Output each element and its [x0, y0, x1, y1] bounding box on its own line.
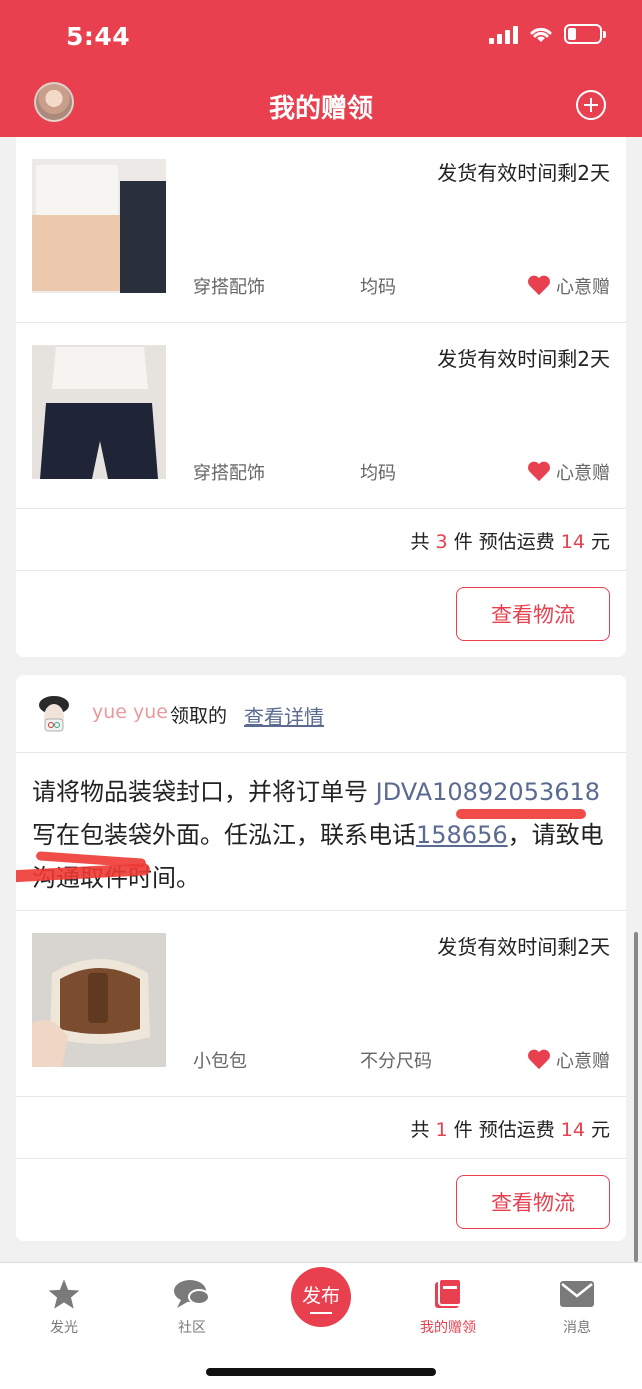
- publish-label: 发布: [301, 1284, 340, 1307]
- item-category: 穿搭配饰: [193, 463, 265, 484]
- order-number: JDVA10892053618: [375, 778, 601, 806]
- item-size: 不分尺码: [360, 1051, 432, 1072]
- status-bar: 5:44: [0, 0, 642, 72]
- tab-messages[interactable]: 消息: [527, 1277, 627, 1337]
- mail-icon: [560, 1281, 594, 1307]
- shipping-fee: 14: [560, 1119, 585, 1141]
- claimed-label: 领取的: [170, 705, 228, 727]
- view-logistics-button[interactable]: 查看物流: [456, 1175, 610, 1229]
- gift-label: 心意赠: [556, 463, 610, 484]
- item-thumbnail[interactable]: [32, 345, 166, 479]
- order-card: yue yue 领取的 查看详情 请将物品装袋封口，并将订单号 JDVA1089…: [16, 675, 626, 1241]
- app-header: 5:44 我的赠领: [0, 0, 642, 137]
- order-actions: 查看物流: [16, 571, 626, 653]
- item-size: 均码: [360, 277, 396, 298]
- view-logistics-button[interactable]: 查看物流: [456, 587, 610, 641]
- tab-my-gifts[interactable]: 我的赠领: [398, 1277, 498, 1337]
- order-item[interactable]: 发货有效时间剩2天 穿搭配饰 均码 心意赠: [16, 137, 626, 323]
- order-summary: 共 1 件 预估运费 14 元: [16, 1097, 626, 1159]
- add-circle-icon[interactable]: [576, 90, 606, 120]
- tab-community[interactable]: 社区: [142, 1277, 242, 1337]
- gift-label: 心意赠: [556, 1051, 610, 1072]
- gift-tag: 心意赠: [528, 1047, 610, 1073]
- ship-time-left: 发货有效时间剩2天: [437, 161, 610, 185]
- order-card: 发货有效时间剩2天 穿搭配饰 均码 心意赠 发货有效时间剩2天 穿搭配饰 均码 …: [16, 137, 626, 657]
- contact-phone[interactable]: 158656: [416, 821, 508, 849]
- summary-text: 共 3 件 预估运费 14 元: [410, 531, 610, 553]
- order-actions: 查看物流: [16, 1159, 626, 1241]
- redaction-mark: [456, 809, 586, 819]
- heart-icon: [528, 276, 550, 296]
- publish-button[interactable]: 发布: [291, 1267, 351, 1327]
- heart-icon: [528, 462, 550, 482]
- tab-label: 消息: [563, 1320, 591, 1336]
- battery-icon: [564, 24, 606, 44]
- order-item[interactable]: 发货有效时间剩2天 小包包 不分尺码 心意赠: [16, 911, 626, 1097]
- tab-label: 我的赠领: [420, 1320, 476, 1336]
- chat-bubble-icon: [174, 1280, 210, 1308]
- wifi-icon: [530, 27, 552, 42]
- star-icon: [48, 1279, 80, 1309]
- cellular-signal-icon: [489, 24, 518, 44]
- gift-box-icon: [435, 1278, 462, 1308]
- item-size: 均码: [360, 463, 396, 484]
- gift-tag: 心意赠: [528, 273, 610, 299]
- status-icons: [489, 24, 606, 44]
- order-summary: 共 3 件 预估运费 14 元: [16, 509, 626, 571]
- shipping-fee: 14: [560, 531, 585, 553]
- gift-tag: 心意赠: [528, 459, 610, 485]
- tab-shine[interactable]: 发光: [14, 1277, 114, 1337]
- claimer-avatar[interactable]: [32, 693, 76, 737]
- claimer-name: yue yue: [92, 701, 168, 723]
- scrollbar[interactable]: [634, 932, 638, 1262]
- item-thumbnail[interactable]: [32, 159, 166, 293]
- item-count: 3: [435, 531, 448, 553]
- tab-label: 社区: [178, 1320, 206, 1336]
- page-title: 我的赠领: [268, 94, 373, 124]
- packing-notice: 请将物品装袋封口，并将订单号 JDVA10892053618 写在包装袋外面。任…: [16, 753, 626, 911]
- item-thumbnail[interactable]: [32, 933, 166, 1067]
- publish-icon: [310, 1311, 332, 1314]
- heart-icon: [528, 1050, 550, 1070]
- order-header: yue yue 领取的 查看详情: [16, 675, 626, 753]
- tab-label: 发光: [50, 1320, 78, 1336]
- title-row: 我的赠领: [0, 78, 642, 130]
- item-count: 1: [435, 1119, 448, 1141]
- status-time: 5:44: [66, 22, 131, 51]
- ship-time-left: 发货有效时间剩2天: [437, 935, 610, 959]
- order-item[interactable]: 发货有效时间剩2天 穿搭配饰 均码 心意赠: [16, 323, 626, 509]
- item-category: 穿搭配饰: [193, 277, 265, 298]
- summary-text: 共 1 件 预估运费 14 元: [410, 1119, 610, 1141]
- gift-label: 心意赠: [556, 277, 610, 298]
- ship-time-left: 发货有效时间剩2天: [437, 347, 610, 371]
- item-category: 小包包: [193, 1051, 247, 1072]
- view-details-link[interactable]: 查看详情: [244, 701, 324, 730]
- home-indicator: [206, 1368, 436, 1376]
